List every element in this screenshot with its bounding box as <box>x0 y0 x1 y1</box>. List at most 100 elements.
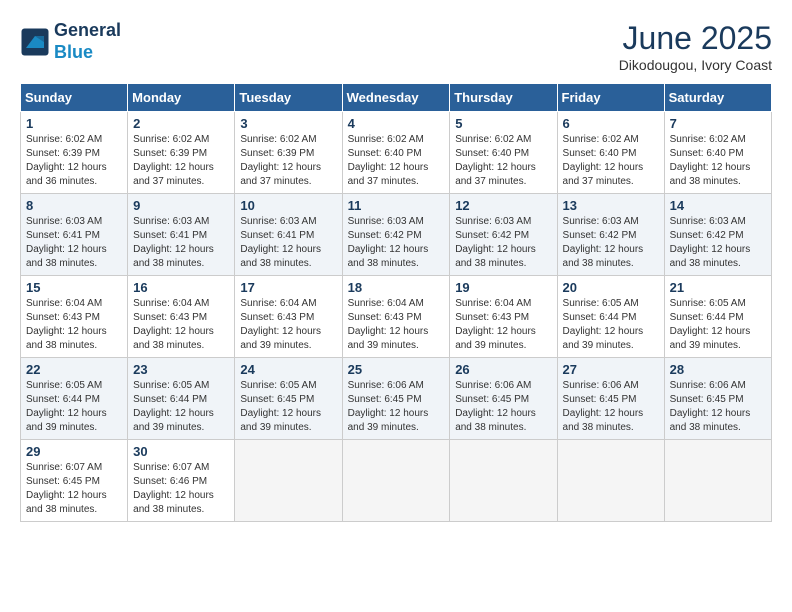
day-number: 1 <box>26 116 122 131</box>
calendar-cell: 28 Sunrise: 6:06 AM Sunset: 6:45 PM Dayli… <box>664 358 771 440</box>
calendar-cell: 10 Sunrise: 6:03 AM Sunset: 6:41 PM Dayli… <box>235 194 342 276</box>
calendar-cell: 25Sunrise: 6:06 AM Sunset: 6:45 PM Dayli… <box>342 358 450 440</box>
day-number: 11 <box>348 198 445 213</box>
day-info: Sunrise: 6:02 AM Sunset: 6:39 PM Dayligh… <box>240 133 336 189</box>
location: Dikodougou, Ivory Coast <box>619 57 772 73</box>
day-info: Sunrise: 6:05 AM Sunset: 6:44 PM Dayligh… <box>133 379 229 435</box>
calendar-cell: 21 Sunrise: 6:05 AM Sunset: 6:44 PM Dayli… <box>664 276 771 358</box>
day-info: Sunrise: 6:04 AM Sunset: 6:43 PM Dayligh… <box>133 297 229 353</box>
calendar-week-row: 22 Sunrise: 6:05 AM Sunset: 6:44 PM Dayli… <box>21 358 772 440</box>
day-number: 23 <box>133 362 229 377</box>
day-number: 14 <box>670 198 766 213</box>
day-info: Sunrise: 6:04 AM Sunset: 6:43 PM Dayligh… <box>348 297 445 353</box>
day-number: 26 <box>455 362 551 377</box>
day-number: 21 <box>670 280 766 295</box>
day-info: Sunrise: 6:05 AM Sunset: 6:45 PM Dayligh… <box>240 379 336 435</box>
day-number: 9 <box>133 198 229 213</box>
day-number: 25 <box>348 362 445 377</box>
calendar-cell: 27Sunrise: 6:06 AM Sunset: 6:45 PM Dayli… <box>557 358 664 440</box>
calendar-header-row: SundayMondayTuesdayWednesdayThursdayFrid… <box>21 84 772 112</box>
month-title: June 2025 <box>619 20 772 57</box>
day-info: Sunrise: 6:04 AM Sunset: 6:43 PM Dayligh… <box>26 297 122 353</box>
calendar-day-header: Sunday <box>21 84 128 112</box>
day-info: Sunrise: 6:06 AM Sunset: 6:45 PM Dayligh… <box>455 379 551 435</box>
calendar-cell: 17Sunrise: 6:04 AM Sunset: 6:43 PM Dayli… <box>235 276 342 358</box>
calendar-week-row: 8 Sunrise: 6:03 AM Sunset: 6:41 PM Daylig… <box>21 194 772 276</box>
day-info: Sunrise: 6:03 AM Sunset: 6:41 PM Dayligh… <box>240 215 336 271</box>
day-number: 10 <box>240 198 336 213</box>
day-number: 13 <box>563 198 659 213</box>
day-info: Sunrise: 6:02 AM Sunset: 6:40 PM Dayligh… <box>670 133 766 189</box>
calendar-cell: 11 Sunrise: 6:03 AM Sunset: 6:42 PM Dayli… <box>342 194 450 276</box>
calendar-cell: 6Sunrise: 6:02 AM Sunset: 6:40 PM Daylig… <box>557 112 664 194</box>
day-number: 16 <box>133 280 229 295</box>
calendar-cell: 1 Sunrise: 6:02 AM Sunset: 6:39 PM Daylig… <box>21 112 128 194</box>
calendar-cell <box>342 440 450 522</box>
day-number: 20 <box>563 280 659 295</box>
calendar-day-header: Saturday <box>664 84 771 112</box>
calendar-cell: 18Sunrise: 6:04 AM Sunset: 6:43 PM Dayli… <box>342 276 450 358</box>
day-number: 27 <box>563 362 659 377</box>
calendar-day-header: Monday <box>128 84 235 112</box>
calendar-day-header: Friday <box>557 84 664 112</box>
day-info: Sunrise: 6:03 AM Sunset: 6:41 PM Dayligh… <box>26 215 122 271</box>
calendar-day-header: Tuesday <box>235 84 342 112</box>
calendar-cell <box>235 440 342 522</box>
day-number: 19 <box>455 280 551 295</box>
day-number: 22 <box>26 362 122 377</box>
day-number: 7 <box>670 116 766 131</box>
day-number: 17 <box>240 280 336 295</box>
day-info: Sunrise: 6:07 AM Sunset: 6:46 PM Dayligh… <box>133 461 229 517</box>
day-info: Sunrise: 6:07 AM Sunset: 6:45 PM Dayligh… <box>26 461 122 517</box>
calendar-table: SundayMondayTuesdayWednesdayThursdayFrid… <box>20 83 772 522</box>
calendar-cell: 23 Sunrise: 6:05 AM Sunset: 6:44 PM Dayli… <box>128 358 235 440</box>
day-info: Sunrise: 6:05 AM Sunset: 6:44 PM Dayligh… <box>26 379 122 435</box>
calendar-cell: 30 Sunrise: 6:07 AM Sunset: 6:46 PM Dayli… <box>128 440 235 522</box>
calendar-week-row: 29 Sunrise: 6:07 AM Sunset: 6:45 PM Dayli… <box>21 440 772 522</box>
day-info: Sunrise: 6:02 AM Sunset: 6:39 PM Dayligh… <box>133 133 229 189</box>
day-info: Sunrise: 6:06 AM Sunset: 6:45 PM Dayligh… <box>670 379 766 435</box>
calendar-cell: 29 Sunrise: 6:07 AM Sunset: 6:45 PM Dayli… <box>21 440 128 522</box>
calendar-cell: 8 Sunrise: 6:03 AM Sunset: 6:41 PM Daylig… <box>21 194 128 276</box>
day-number: 28 <box>670 362 766 377</box>
day-number: 5 <box>455 116 551 131</box>
day-info: Sunrise: 6:03 AM Sunset: 6:42 PM Dayligh… <box>670 215 766 271</box>
calendar-day-header: Thursday <box>450 84 557 112</box>
calendar-cell: 4 Sunrise: 6:02 AM Sunset: 6:40 PM Daylig… <box>342 112 450 194</box>
calendar-cell: 2 Sunrise: 6:02 AM Sunset: 6:39 PM Daylig… <box>128 112 235 194</box>
calendar-cell: 12 Sunrise: 6:03 AM Sunset: 6:42 PM Dayli… <box>450 194 557 276</box>
calendar-week-row: 1 Sunrise: 6:02 AM Sunset: 6:39 PM Daylig… <box>21 112 772 194</box>
day-number: 24 <box>240 362 336 377</box>
day-number: 29 <box>26 444 122 459</box>
day-number: 12 <box>455 198 551 213</box>
day-number: 30 <box>133 444 229 459</box>
day-number: 4 <box>348 116 445 131</box>
day-number: 8 <box>26 198 122 213</box>
calendar-cell: 22 Sunrise: 6:05 AM Sunset: 6:44 PM Dayli… <box>21 358 128 440</box>
calendar-cell: 26 Sunrise: 6:06 AM Sunset: 6:45 PM Dayli… <box>450 358 557 440</box>
day-info: Sunrise: 6:02 AM Sunset: 6:40 PM Dayligh… <box>563 133 659 189</box>
calendar-cell: 13Sunrise: 6:03 AM Sunset: 6:42 PM Dayli… <box>557 194 664 276</box>
calendar-cell: 24 Sunrise: 6:05 AM Sunset: 6:45 PM Dayli… <box>235 358 342 440</box>
title-block: June 2025 Dikodougou, Ivory Coast <box>619 20 772 73</box>
calendar-cell: 3 Sunrise: 6:02 AM Sunset: 6:39 PM Daylig… <box>235 112 342 194</box>
day-info: Sunrise: 6:05 AM Sunset: 6:44 PM Dayligh… <box>563 297 659 353</box>
calendar-cell <box>450 440 557 522</box>
calendar-cell: 14 Sunrise: 6:03 AM Sunset: 6:42 PM Dayli… <box>664 194 771 276</box>
day-info: Sunrise: 6:02 AM Sunset: 6:39 PM Dayligh… <box>26 133 122 189</box>
day-info: Sunrise: 6:03 AM Sunset: 6:42 PM Dayligh… <box>455 215 551 271</box>
day-number: 3 <box>240 116 336 131</box>
day-number: 2 <box>133 116 229 131</box>
day-info: Sunrise: 6:03 AM Sunset: 6:42 PM Dayligh… <box>348 215 445 271</box>
day-info: Sunrise: 6:05 AM Sunset: 6:44 PM Dayligh… <box>670 297 766 353</box>
logo: General Blue <box>20 20 121 63</box>
day-info: Sunrise: 6:02 AM Sunset: 6:40 PM Dayligh… <box>348 133 445 189</box>
day-number: 15 <box>26 280 122 295</box>
calendar-week-row: 15 Sunrise: 6:04 AM Sunset: 6:43 PM Dayli… <box>21 276 772 358</box>
calendar-cell: 19 Sunrise: 6:04 AM Sunset: 6:43 PM Dayli… <box>450 276 557 358</box>
logo-icon <box>20 27 50 57</box>
calendar-cell: 20 Sunrise: 6:05 AM Sunset: 6:44 PM Dayli… <box>557 276 664 358</box>
calendar-cell: 5 Sunrise: 6:02 AM Sunset: 6:40 PM Daylig… <box>450 112 557 194</box>
day-info: Sunrise: 6:04 AM Sunset: 6:43 PM Dayligh… <box>455 297 551 353</box>
day-info: Sunrise: 6:02 AM Sunset: 6:40 PM Dayligh… <box>455 133 551 189</box>
